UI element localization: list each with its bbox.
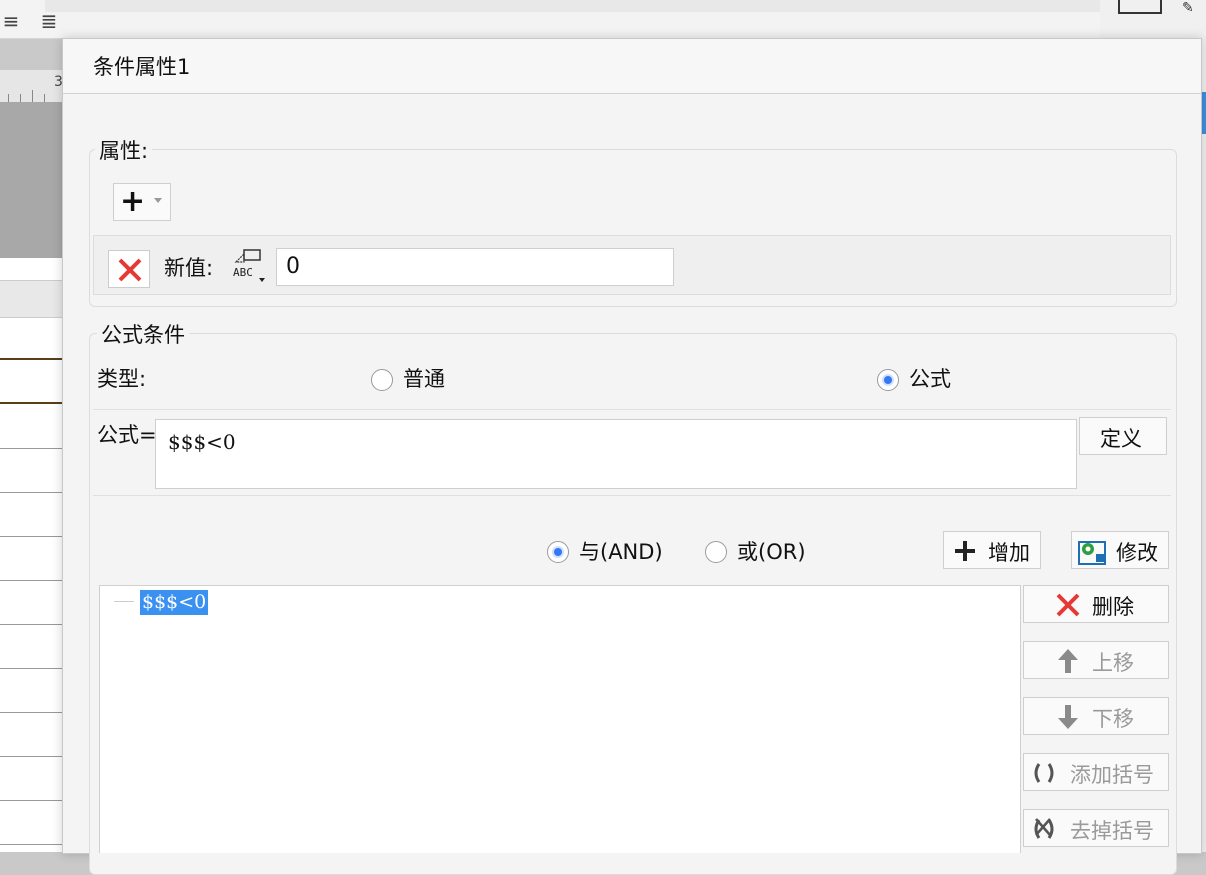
tree-branch-line: [114, 601, 134, 602]
add-property-dropdown[interactable]: +: [113, 183, 171, 221]
sheet-header: [0, 280, 62, 318]
modify-condition-button[interactable]: 修改: [1071, 531, 1169, 569]
remove-bracket-label: 去掉括号: [1070, 819, 1154, 843]
align-justify-icon[interactable]: ≣: [38, 10, 60, 32]
design-canvas: [0, 102, 62, 258]
app-toolbar: ≡ ≣: [0, 0, 1100, 39]
dialog-titlebar: 条件属性1: [63, 39, 1201, 94]
type-label: 类型:: [97, 367, 147, 391]
divider: [93, 409, 1171, 410]
type-normal-radio[interactable]: [371, 369, 393, 391]
brackets-icon: [1034, 763, 1054, 783]
edit-icon[interactable]: ✎: [1182, 0, 1202, 16]
plus-icon: [955, 541, 975, 561]
define-button-label: 定义: [1100, 427, 1142, 451]
remove-brackets-icon: [1034, 818, 1054, 839]
move-down-label: 下移: [1092, 707, 1134, 731]
modify-gear-icon: [1078, 541, 1106, 565]
sheet-grid: [0, 258, 62, 852]
logic-and-radio[interactable]: [547, 541, 569, 563]
ruler: 3: [0, 70, 63, 103]
property-row: 新值: ABC 0: [93, 235, 1171, 295]
modify-condition-label: 修改: [1116, 541, 1158, 565]
add-bracket-label: 添加括号: [1070, 763, 1154, 787]
type-formula-radio[interactable]: [877, 369, 899, 391]
panel-tab-icon[interactable]: [1118, 0, 1162, 14]
arrow-down-icon: [1058, 705, 1078, 729]
new-value-input[interactable]: 0: [276, 248, 674, 286]
arrow-up-icon: [1058, 649, 1078, 673]
delete-button[interactable]: 删除: [1023, 585, 1169, 623]
remove-bracket-button[interactable]: 去掉括号: [1023, 809, 1169, 847]
value-type-abc-icon[interactable]: ABC: [232, 248, 266, 284]
new-value-label: 新值:: [164, 256, 214, 280]
plus-icon: +: [120, 184, 146, 219]
formula-input[interactable]: $$$<0: [155, 419, 1077, 489]
remove-property-button[interactable]: [108, 250, 150, 288]
svg-text:ABC: ABC: [233, 266, 253, 279]
type-formula-label[interactable]: 公式: [909, 363, 951, 393]
move-up-button[interactable]: 上移: [1023, 641, 1169, 679]
red-x-icon: [1056, 593, 1080, 617]
define-button[interactable]: 定义: [1079, 417, 1167, 455]
delete-button-label: 删除: [1092, 595, 1134, 619]
condition-properties-dialog: 条件属性1 属性: + 新值: ABC 0 公式条件 类型: 普通 公式 公式=…: [62, 38, 1202, 875]
dropdown-caret-icon: [154, 198, 162, 203]
move-down-button[interactable]: 下移: [1023, 697, 1169, 735]
properties-group-label: 属性:: [95, 135, 153, 165]
red-x-icon: [118, 258, 142, 282]
formula-condition-group-label: 公式条件: [97, 319, 189, 349]
logic-or-radio[interactable]: [705, 541, 727, 563]
formula-label: 公式=: [97, 423, 157, 447]
toolbar-top-strip: [45, 0, 1100, 12]
add-bracket-button[interactable]: 添加括号: [1023, 753, 1169, 791]
move-up-label: 上移: [1092, 651, 1134, 675]
tree-node-selected[interactable]: $$$<0: [140, 590, 209, 615]
divider: [93, 495, 1171, 496]
align-left-icon[interactable]: ≡: [0, 10, 22, 32]
logic-or-label[interactable]: 或(OR): [737, 536, 806, 566]
condition-tree[interactable]: $$$<0: [99, 585, 1021, 853]
type-normal-label[interactable]: 普通: [403, 363, 445, 393]
logic-and-label[interactable]: 与(AND): [579, 536, 663, 566]
add-condition-button[interactable]: 增加: [943, 531, 1041, 569]
add-condition-label: 增加: [988, 541, 1030, 565]
dialog-title: 条件属性1: [93, 55, 191, 79]
